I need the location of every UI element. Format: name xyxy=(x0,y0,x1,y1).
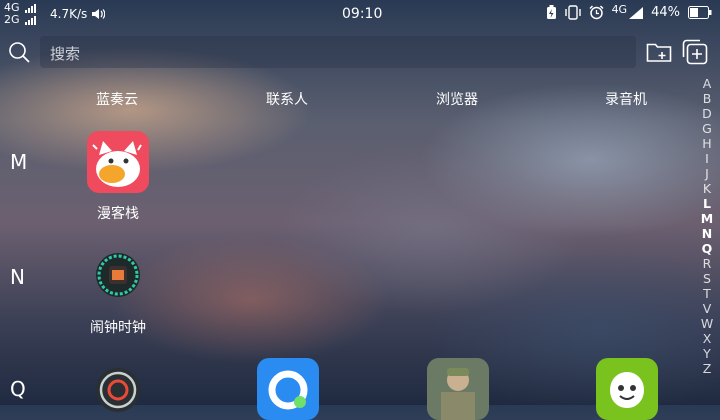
app-label-manhua[interactable]: 漫客栈 xyxy=(68,203,168,223)
alarm-icon xyxy=(589,5,604,20)
green-character-app-icon[interactable] xyxy=(596,358,658,420)
search-input[interactable]: 搜索 xyxy=(40,36,636,68)
index-letter[interactable]: V xyxy=(699,301,715,316)
battery-saver-icon xyxy=(546,5,556,19)
alarm-clock-icon[interactable] xyxy=(96,253,140,297)
app-label-lanzouyun[interactable]: 蓝奏云 xyxy=(96,89,138,109)
multi-window-add-icon[interactable] xyxy=(682,39,708,65)
network-type: 4G xyxy=(612,3,628,16)
index-letter[interactable]: G xyxy=(699,121,715,136)
app-label-recorder[interactable]: 录音机 xyxy=(605,89,647,109)
index-letter[interactable]: N xyxy=(699,226,715,241)
index-letter[interactable]: K xyxy=(699,181,715,196)
index-letter[interactable]: Q xyxy=(699,241,715,256)
signal-bars-icon xyxy=(25,3,37,13)
cell-signal-icon xyxy=(629,6,644,19)
vibrate-icon xyxy=(564,5,581,20)
section-letter-n: N xyxy=(10,265,25,289)
signal-stack: 4G 2G xyxy=(4,2,37,26)
clock-app-icon[interactable] xyxy=(96,368,140,412)
signal-bars-icon xyxy=(25,15,37,25)
shooter-game-icon[interactable] xyxy=(427,358,489,420)
index-letter[interactable]: W xyxy=(699,316,715,331)
section-letter-q: Q xyxy=(10,377,26,401)
network-speed: 4.7K/s xyxy=(50,7,88,21)
app-label-browser[interactable]: 浏览器 xyxy=(436,89,478,109)
app-label-contacts[interactable]: 联系人 xyxy=(266,89,308,109)
battery-percent: 44% xyxy=(651,5,680,20)
status-right: 4G 44% xyxy=(546,3,712,20)
status-bar: 4G 2G 4.7K/s 09:10 4G 44% xyxy=(0,0,720,30)
folder-add-icon[interactable] xyxy=(646,40,672,64)
search-icon[interactable] xyxy=(8,41,30,63)
index-letter[interactable]: M xyxy=(699,211,715,226)
index-letter[interactable]: Y xyxy=(699,346,715,361)
index-letter[interactable]: L xyxy=(699,196,715,211)
index-letter[interactable]: S xyxy=(699,271,715,286)
index-letter[interactable]: I xyxy=(699,151,715,166)
q-browser-icon[interactable] xyxy=(257,358,319,420)
index-letter[interactable]: R xyxy=(699,256,715,271)
alphabet-index[interactable]: A B D G H I J K L M N Q R S T V W X Y Z xyxy=(699,76,715,376)
manhua-cat-icon[interactable] xyxy=(87,131,149,193)
network-type-label: 4G xyxy=(611,3,628,16)
index-letter[interactable]: Z xyxy=(699,361,715,376)
section-letter-m: M xyxy=(10,150,28,174)
battery-icon xyxy=(688,6,712,19)
index-letter[interactable]: D xyxy=(699,106,715,121)
app-label-alarm-clock[interactable]: 闹钟时钟 xyxy=(68,317,168,337)
signal-2-label: 2G xyxy=(4,13,20,26)
index-letter[interactable]: X xyxy=(699,331,715,346)
index-letter[interactable]: T xyxy=(699,286,715,301)
index-letter[interactable]: B xyxy=(699,91,715,106)
index-letter[interactable]: A xyxy=(699,76,715,91)
index-letter[interactable]: H xyxy=(699,136,715,151)
search-row: 搜索 xyxy=(0,33,720,73)
search-placeholder: 搜索 xyxy=(50,45,81,63)
clock: 09:10 xyxy=(342,6,383,22)
index-letter[interactable]: J xyxy=(699,166,715,181)
volume-icon xyxy=(92,9,105,19)
